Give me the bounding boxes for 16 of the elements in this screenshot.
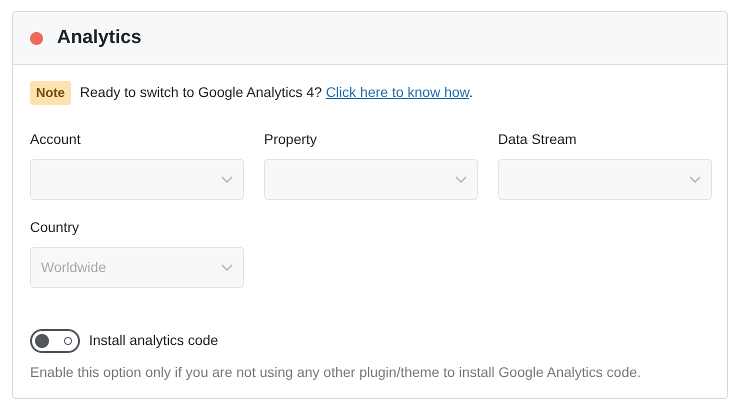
help-text: Enable this option only if you are not using any other plugin/theme to install Google Analytics code. [30, 362, 642, 382]
toggle-switch[interactable] [30, 328, 80, 352]
note-badge: Note [30, 81, 71, 104]
chevron-down-icon [455, 176, 467, 182]
field-label: Account [30, 130, 82, 148]
chevron-down-icon [221, 176, 233, 182]
field-label: Country [30, 218, 80, 237]
field-label: Property [264, 130, 318, 149]
chevron-down-icon [221, 264, 233, 270]
toggle-label: Install analytics code [89, 331, 218, 350]
know-how-link[interactable]: Click here to know how [326, 84, 469, 100]
select-value: Worldwide [41, 258, 106, 276]
chevron-down-icon [689, 176, 701, 182]
notice-text: Ready to switch to Google Analytics 4? Click here to know how. [80, 83, 473, 102]
panel-title: Analytics [57, 26, 142, 50]
field-label: Data Stream [498, 130, 578, 148]
